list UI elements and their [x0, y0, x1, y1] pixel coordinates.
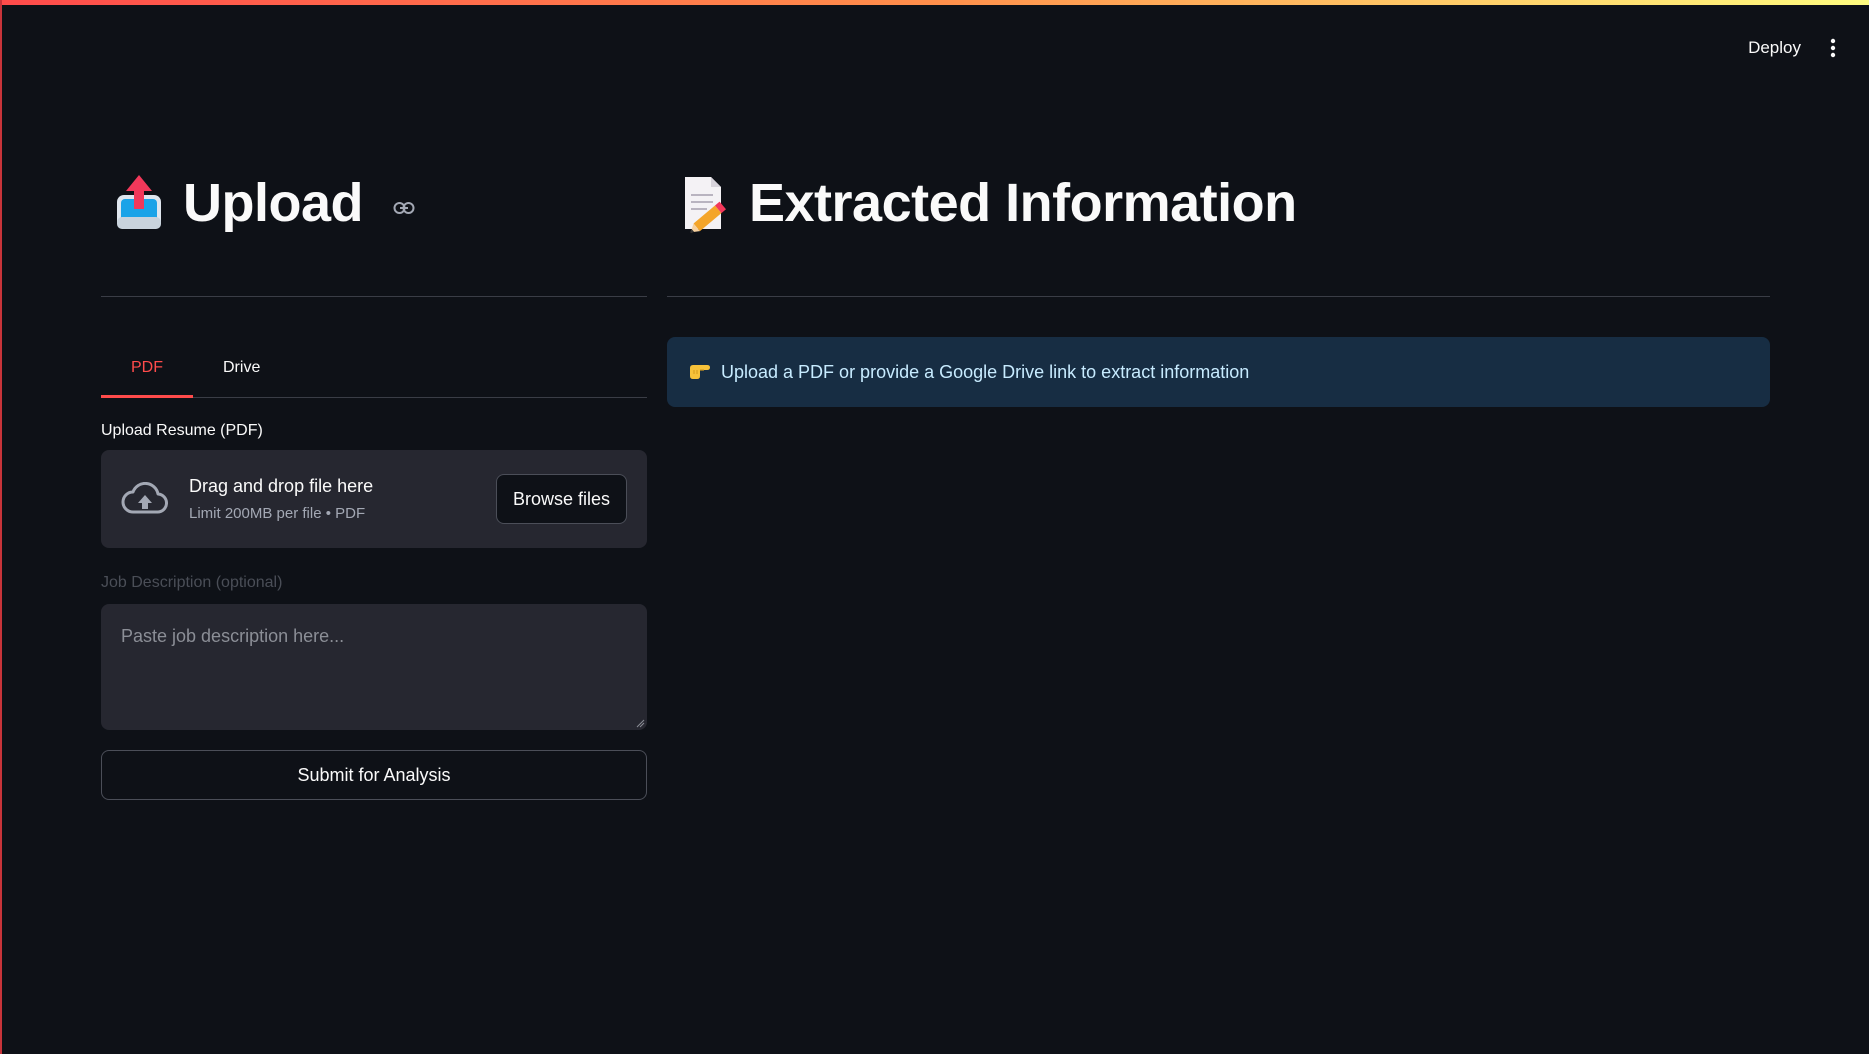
extracted-heading: Extracted Information	[667, 160, 1770, 246]
decoration-bar	[0, 0, 1869, 5]
upload-column: Upload PDF Drive Upload Resume (PDF) Dra…	[101, 160, 647, 800]
section-divider	[667, 296, 1770, 297]
extracted-title: Extracted Information	[749, 173, 1297, 233]
job-description-input[interactable]: Paste job description here...	[101, 604, 647, 730]
source-tabs: PDF Drive	[101, 339, 647, 398]
dropzone-text: Drag and drop file here Limit 200MB per …	[189, 476, 496, 522]
job-description-placeholder: Paste job description here...	[121, 626, 345, 646]
upload-heading: Upload	[101, 160, 647, 246]
upload-title: Upload	[183, 173, 364, 233]
extracted-column: Extracted Information Upload a PDF or pr…	[667, 160, 1770, 407]
browse-files-button[interactable]: Browse files	[495, 474, 627, 524]
upload-resume-label: Upload Resume (PDF)	[101, 422, 263, 439]
deploy-button[interactable]: Deploy	[1748, 38, 1801, 58]
link-icon[interactable]	[393, 201, 415, 215]
cloud-upload-icon	[121, 481, 169, 517]
submit-analysis-button[interactable]: Submit for Analysis	[101, 750, 647, 800]
tab-drive[interactable]: Drive	[193, 339, 290, 397]
main-menu-button[interactable]	[1825, 36, 1841, 60]
window-edge	[0, 0, 2, 1054]
section-divider	[101, 296, 647, 297]
resize-handle-icon[interactable]	[635, 718, 645, 728]
dropzone-limit: Limit 200MB per file • PDF	[189, 505, 366, 522]
header-toolbar: Deploy	[1748, 36, 1841, 60]
info-alert: Upload a PDF or provide a Google Drive l…	[667, 337, 1770, 407]
dropzone-title: Drag and drop file here	[189, 476, 374, 496]
job-description-label: Job Description (optional)	[101, 574, 283, 591]
vertical-dots-icon	[1830, 38, 1836, 58]
info-text: Upload a PDF or provide a Google Drive l…	[721, 361, 1250, 382]
backhand-pointing-right-icon	[687, 359, 711, 386]
tab-pdf[interactable]: PDF	[101, 339, 193, 398]
file-dropzone[interactable]: Drag and drop file here Limit 200MB per …	[101, 450, 647, 548]
outbox-tray-icon	[113, 173, 165, 233]
memo-icon	[679, 173, 731, 233]
